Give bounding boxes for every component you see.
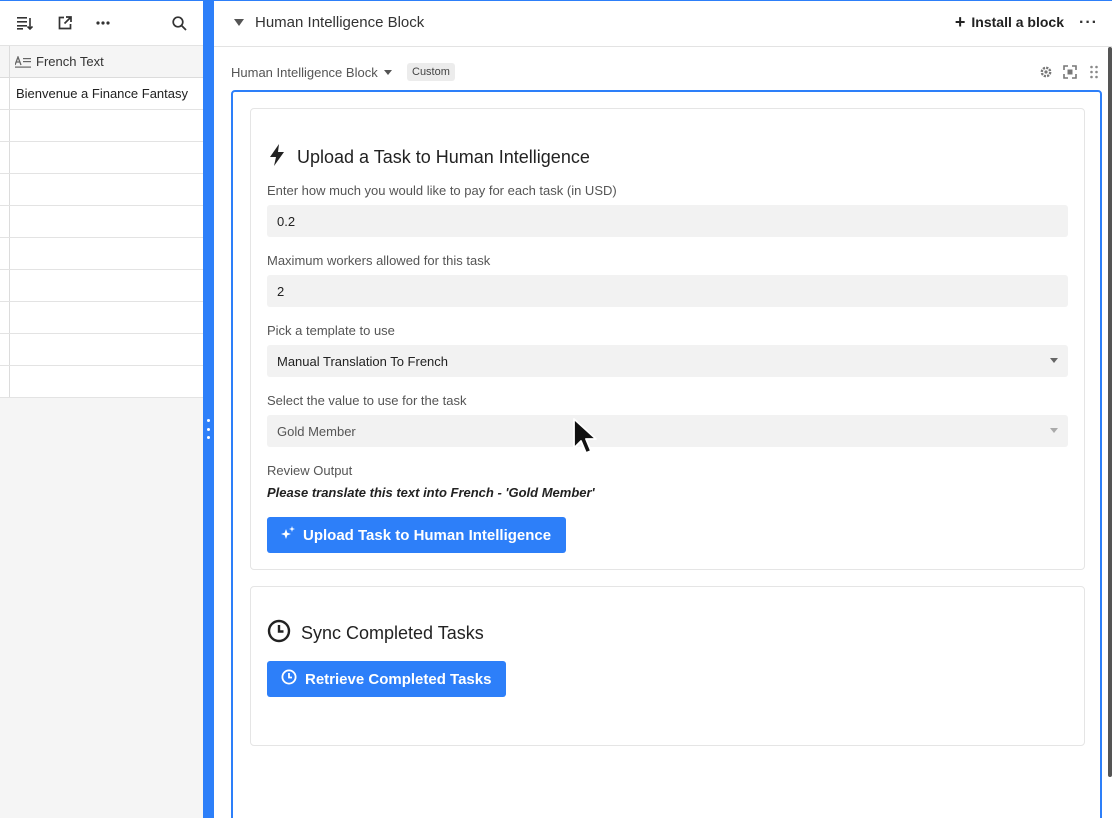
scrollbar[interactable] (1108, 47, 1112, 777)
table-row[interactable] (0, 302, 203, 334)
sync-card-title-text: Sync Completed Tasks (301, 623, 484, 643)
template-select[interactable]: Manual Translation To French (267, 345, 1068, 377)
table-row[interactable] (0, 366, 203, 398)
table-row[interactable] (0, 110, 203, 142)
table-row[interactable]: Bienvenue a Finance Fantasy (0, 78, 203, 110)
retrieve-tasks-button-label: Retrieve Completed Tasks (305, 670, 492, 688)
fullscreen-icon[interactable] (1063, 65, 1077, 79)
chevron-down-icon (1050, 358, 1058, 363)
table-row[interactable] (0, 206, 203, 238)
grid-panel: French Text Bienvenue a Finance Fantasy (0, 0, 203, 818)
block-bar: Human Intelligence Block Custom (231, 63, 1101, 83)
workers-label: Maximum workers allowed for this task (267, 253, 491, 268)
pay-label: Enter how much you would like to pay for… (267, 183, 617, 198)
plus-icon: + (954, 12, 966, 32)
sparkle-icon (281, 526, 295, 544)
chevron-down-icon (383, 70, 392, 75)
block-name-dropdown[interactable]: Human Intelligence Block (231, 65, 392, 80)
grid-toolbar (0, 1, 203, 46)
table-cell[interactable]: Bienvenue a Finance Fantasy (10, 86, 188, 101)
sort-icon[interactable] (15, 13, 35, 33)
block-panel-header: Human Intelligence Block + Install a blo… (214, 1, 1112, 47)
upload-card-title: Upload a Task to Human Intelligence (267, 143, 590, 172)
more-icon[interactable]: ··· (1079, 14, 1098, 32)
block-frame: Upload a Task to Human Intelligence Ente… (231, 90, 1102, 818)
mouse-cursor-icon (572, 418, 598, 458)
template-label: Pick a template to use (267, 323, 395, 338)
value-select-value: Gold Member (277, 423, 356, 439)
gear-icon[interactable] (1039, 65, 1053, 79)
upload-card-title-text: Upload a Task to Human Intelligence (297, 147, 590, 167)
upload-task-card: Upload a Task to Human Intelligence Ente… (250, 108, 1085, 570)
expand-record-icon[interactable] (55, 13, 75, 33)
block-name-label: Human Intelligence Block (231, 65, 378, 80)
upload-task-button[interactable]: Upload Task to Human Intelligence (267, 517, 567, 553)
workers-input[interactable]: 2 (267, 275, 1068, 307)
retrieve-tasks-button[interactable]: Retrieve Completed Tasks (267, 661, 507, 697)
review-output-text: Please translate this text into French -… (267, 485, 595, 500)
panel-resize-handle[interactable] (203, 0, 214, 818)
bolt-icon (267, 143, 287, 172)
resize-grip-icon (207, 419, 210, 439)
value-select[interactable]: Gold Member (267, 415, 1068, 447)
block-panel: Human Intelligence Block + Install a blo… (214, 0, 1112, 818)
table-row[interactable] (0, 334, 203, 366)
block-panel-title: Human Intelligence Block (255, 14, 425, 31)
install-block-button[interactable]: + Install a block (954, 12, 1064, 32)
template-select-value: Manual Translation To French (277, 353, 449, 369)
table-row[interactable] (0, 238, 203, 270)
drag-handle-icon[interactable] (1087, 65, 1101, 79)
custom-badge: Custom (407, 63, 455, 81)
grid-column-header[interactable]: French Text (0, 46, 203, 78)
sync-card-title: Sync Completed Tasks (267, 619, 484, 648)
clock-icon (281, 669, 297, 689)
chevron-down-icon (1050, 428, 1058, 433)
pay-input[interactable]: 0.2 (267, 205, 1068, 237)
row-gutter (0, 46, 10, 77)
upload-task-button-label: Upload Task to Human Intelligence (303, 526, 552, 544)
clock-icon (267, 619, 291, 648)
column-title: French Text (36, 54, 104, 69)
collapse-caret-icon[interactable] (234, 19, 244, 26)
value-label: Select the value to use for the task (267, 393, 467, 408)
block-bar-icons (1039, 65, 1101, 79)
table-row[interactable] (0, 270, 203, 302)
review-label: Review Output (267, 463, 353, 478)
table-row[interactable] (0, 174, 203, 206)
table-row[interactable] (0, 142, 203, 174)
search-icon[interactable] (169, 13, 189, 33)
long-text-icon (15, 55, 31, 69)
install-block-label: Install a block (971, 14, 1064, 30)
sync-tasks-card: Sync Completed Tasks Retrieve Completed … (250, 586, 1085, 746)
more-icon[interactable] (93, 13, 113, 33)
